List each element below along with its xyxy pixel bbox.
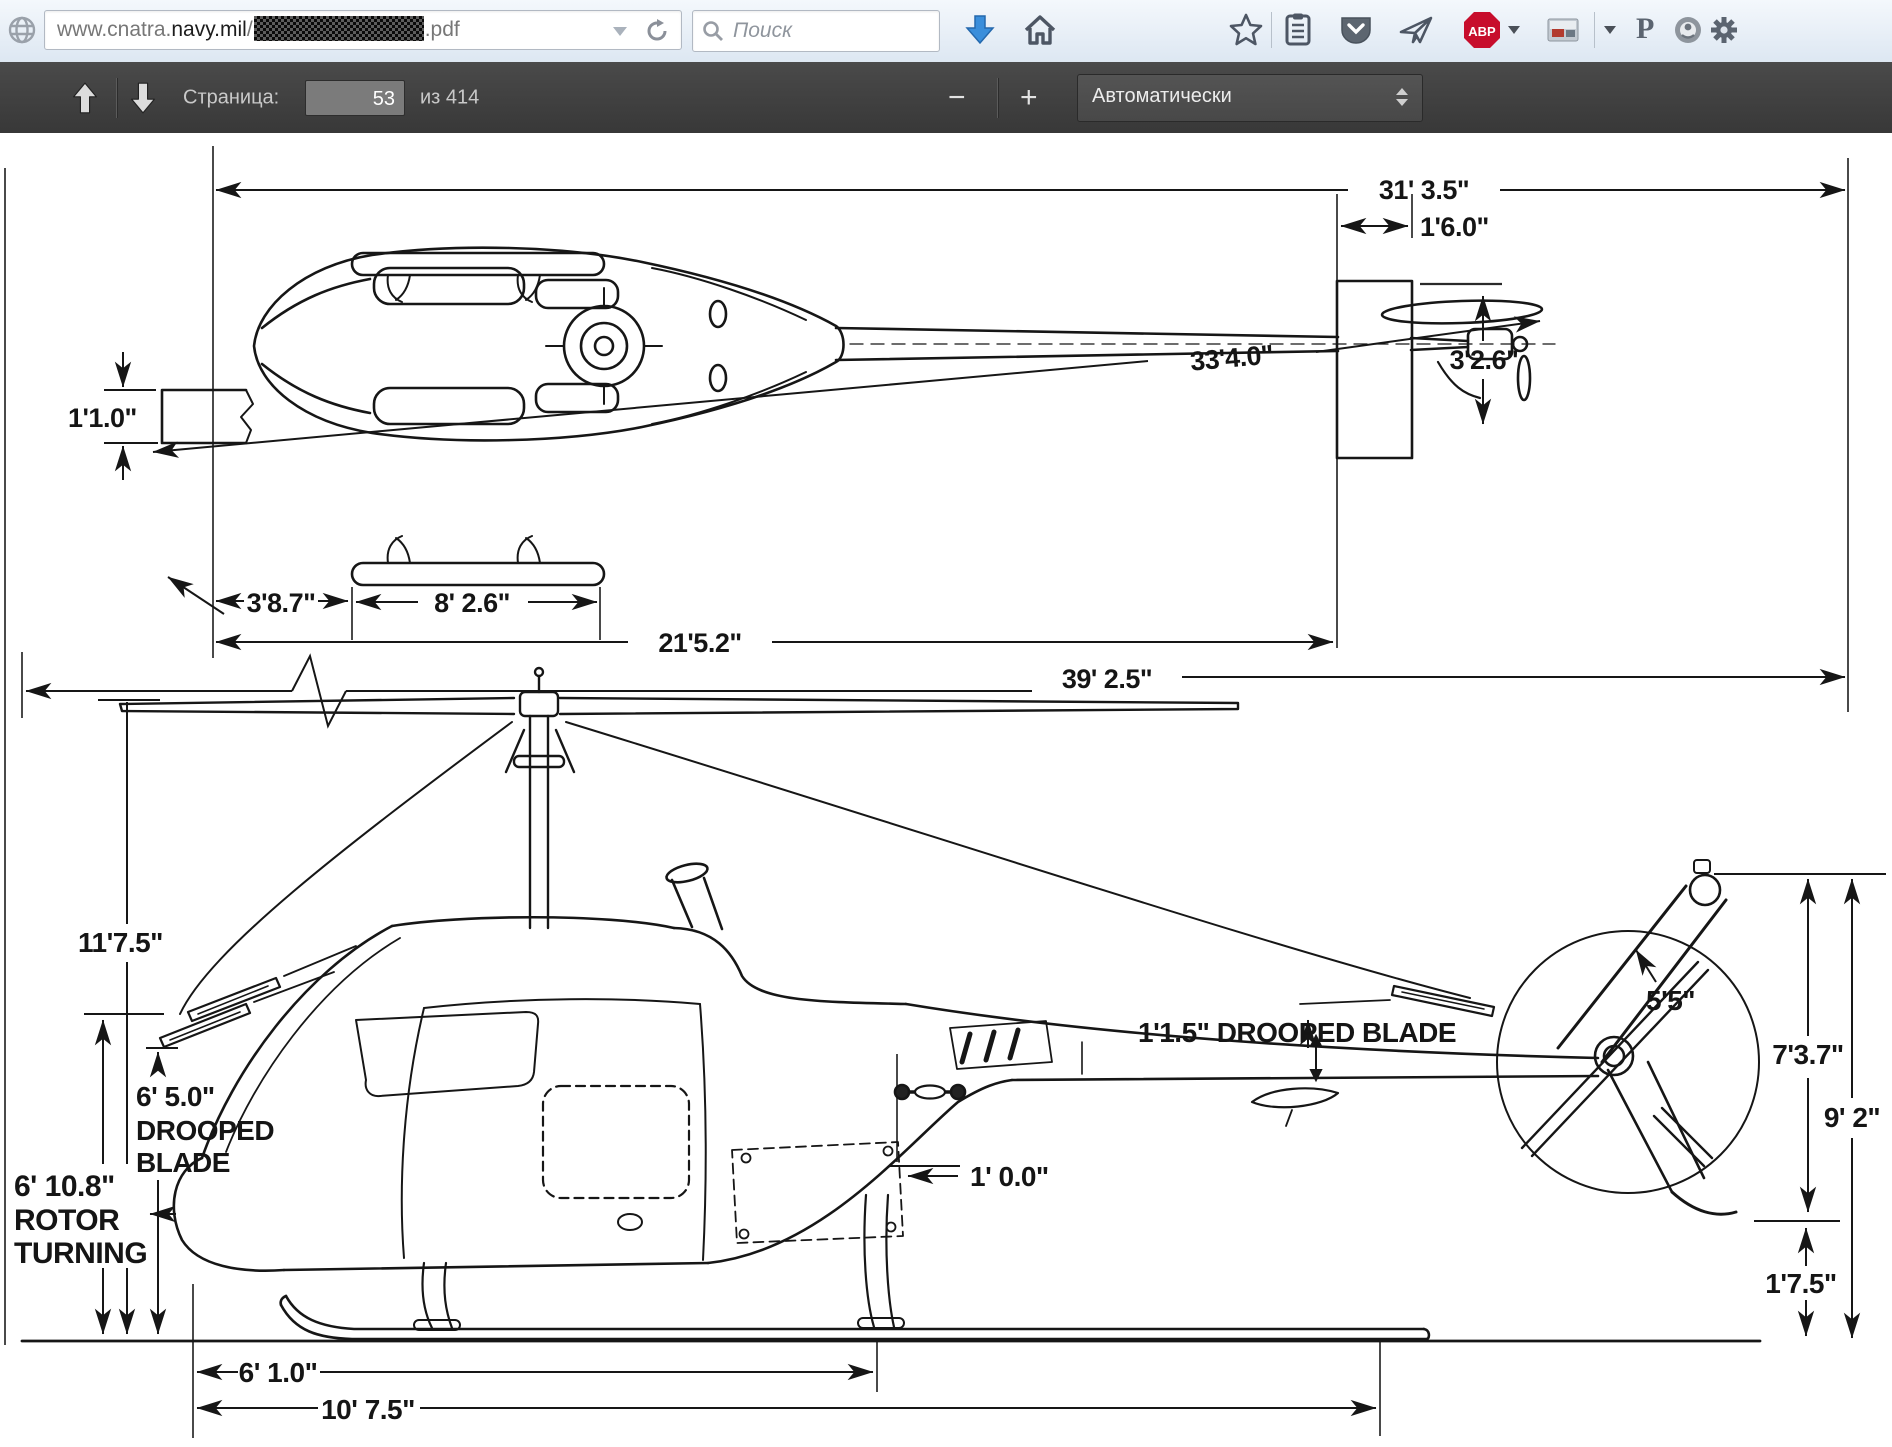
dim-droop-front-word2: BLADE (136, 1147, 230, 1178)
round-addon-icon[interactable] (1670, 12, 1706, 48)
dimension-labels: 31' 3.5" 1'6.0" 33'4.0" 3'2.6" 1'1.0" 3'… (14, 175, 1880, 1425)
dim-fin-height: 7'3.7" (1772, 1039, 1843, 1070)
url-redacted-path (254, 16, 424, 41)
select-caret-icon (1396, 88, 1408, 106)
adblock-dropdown-icon[interactable] (1508, 26, 1520, 34)
pdf-page: 31' 3.5" 1'6.0" 33'4.0" 3'2.6" 1'1.0" 3'… (0, 133, 1892, 1442)
top-view-artwork (162, 248, 1555, 585)
dim-skid-length: 8' 2.6" (434, 588, 510, 618)
zoom-in-button[interactable]: + (1020, 83, 1038, 113)
page-number-input[interactable]: 53 (305, 80, 405, 116)
dim-rotor-turning-word2: TURNING (14, 1237, 147, 1270)
bookmark-star-icon[interactable] (1228, 12, 1264, 48)
dim-nose-to-tail: 21'5.2" (658, 628, 741, 658)
horizontal-stabilizer (1252, 1088, 1338, 1107)
pdf-separator-1 (116, 78, 117, 118)
previous-page-icon[interactable] (70, 82, 100, 114)
zoom-out-button[interactable]: − (948, 83, 966, 113)
dim-step-height: 1' 0.0" (970, 1161, 1049, 1192)
side-view-dimensions (84, 700, 1886, 1408)
url-bar[interactable]: www.cnatra.navy.mil/ .pdf (44, 10, 682, 50)
rotor-hub-top (546, 288, 662, 404)
reload-icon[interactable] (645, 19, 669, 43)
overflow-dropdown-icon[interactable] (1604, 26, 1616, 34)
svg-text:ABP: ABP (1468, 24, 1496, 39)
toolbar-separator-2 (1594, 12, 1595, 48)
pocket-icon[interactable] (1338, 12, 1374, 48)
dim-fuselage-length: 31' 3.5" (1379, 175, 1469, 205)
blade-tip-box (162, 390, 253, 443)
helicopter-dimensions-drawing: 31' 3.5" 1'6.0" 33'4.0" 3'2.6" 1'1.0" 3'… (0, 133, 1892, 1442)
main-rotor-side (120, 668, 1238, 928)
boarding-step (895, 1085, 965, 1099)
page-count-label: из 414 (420, 86, 479, 109)
top-view-dimensions (26, 190, 1845, 726)
extension-lines (5, 146, 1848, 1438)
dim-overall-length: 39' 2.5" (1062, 664, 1152, 694)
dim-droop-front-word1: DROOPED (136, 1115, 274, 1146)
pdf-separator-2 (997, 78, 998, 118)
search-bar (692, 10, 940, 52)
send-plane-icon[interactable] (1398, 12, 1434, 48)
pdf-toolbar: Страница: 53 из 414 − + Автоматически (0, 62, 1892, 134)
adblock-plus-icon[interactable]: ABP (1462, 10, 1502, 50)
fuselage-side (174, 860, 1598, 1270)
search-icon (702, 20, 724, 42)
dim-skid-front: 6' 1.0" (239, 1357, 318, 1388)
dim-stab-chord: 1'6.0" (1420, 212, 1489, 242)
dim-droop-front-value: 6' 5.0" (136, 1081, 215, 1112)
droop-curve-right (566, 722, 1470, 998)
settings-gear-icon[interactable] (1706, 12, 1742, 48)
dim-tail-rotor-diameter: 5'5" (1646, 985, 1695, 1016)
dim-tail-height: 9' 2" (1824, 1102, 1880, 1133)
site-globe-icon (6, 14, 38, 46)
aft-drooped-blade (1300, 986, 1494, 1016)
tail-rotor-side (1497, 860, 1759, 1214)
dim-rotor-diameter: 33'4.0" (1189, 339, 1275, 376)
dim-skid-span: 10' 7.5" (321, 1394, 415, 1425)
dim-tail-skid-clearance: 1'7.5" (1765, 1268, 1836, 1299)
droop-curve-left (180, 722, 512, 1014)
reading-list-icon[interactable] (1280, 12, 1316, 48)
dim-droop-aft: 1'1.5" DROOPED BLADE (1138, 1017, 1456, 1048)
next-page-icon[interactable] (128, 82, 158, 114)
dim-blade-chord: 1'1.0" (68, 403, 137, 433)
home-icon[interactable] (1022, 12, 1058, 48)
page-label: Страница: (183, 86, 279, 109)
boom-bottom (1012, 1076, 1598, 1080)
download-icon[interactable] (962, 12, 998, 48)
dim-rotor-turning-value: 6' 10.8" (14, 1170, 115, 1203)
url-domain: navy.mil (171, 18, 246, 41)
extension-thumbnail-icon[interactable] (1545, 12, 1581, 48)
dim-stab-span: 3'2.6" (1450, 345, 1519, 375)
dim-rotor-turning-word1: ROTOR (14, 1204, 120, 1237)
dim-nose-to-skid: 3'8.7" (247, 588, 316, 618)
search-input[interactable] (731, 12, 931, 50)
side-view-artwork (22, 668, 1760, 1341)
url-subdomain: www.cnatra. (57, 18, 171, 41)
url-dropdown-icon[interactable] (613, 27, 627, 36)
toolbar-separator (1271, 12, 1272, 48)
zoom-mode-select[interactable]: Автоматически (1077, 74, 1423, 122)
zoom-mode-value: Автоматически (1092, 85, 1232, 108)
url-suffix: .pdf (425, 18, 460, 41)
url-slash: / (247, 18, 253, 41)
pocket-p-button[interactable]: P (1636, 12, 1654, 46)
dim-hub-height: 11'7.5" (78, 927, 163, 958)
browser-toolbar: www.cnatra.navy.mil/ .pdf ABP (0, 0, 1892, 63)
